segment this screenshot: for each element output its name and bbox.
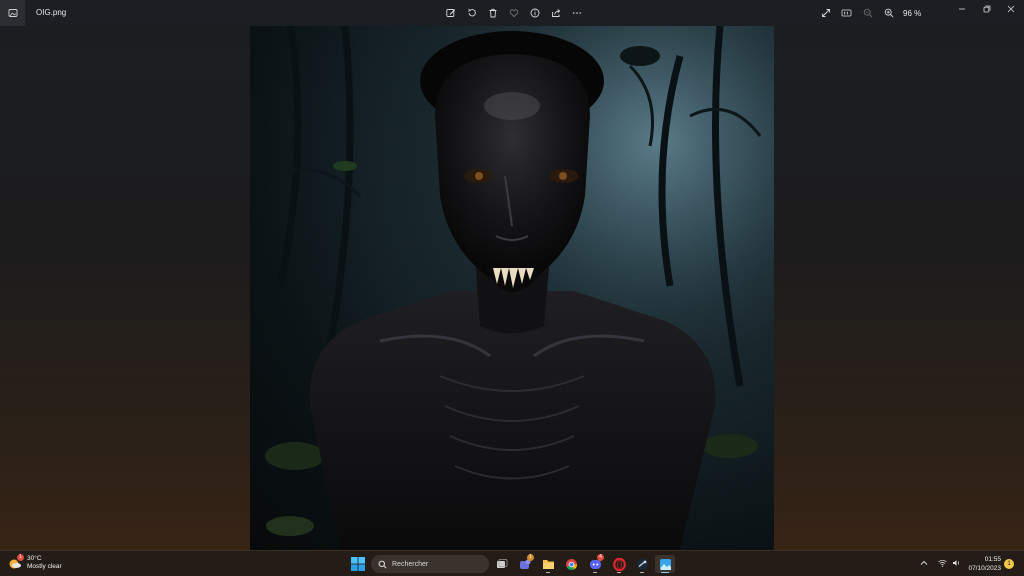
- discord-badge: 4: [597, 554, 604, 561]
- file-name: OIG.png: [36, 8, 67, 17]
- rotate-icon: [467, 8, 476, 17]
- folder-icon: [542, 560, 554, 569]
- clock-date: 07/10/2023: [968, 564, 1001, 572]
- running-indicator: [617, 571, 621, 573]
- image-toolbar: [440, 4, 587, 22]
- photos-icon: [659, 558, 671, 570]
- weather-widget[interactable]: 1 30°C Mostly clear: [8, 554, 62, 571]
- more-button[interactable]: [566, 4, 587, 22]
- active-indicator: [661, 571, 669, 573]
- wifi-icon: [938, 559, 947, 567]
- windows-logo-icon: [351, 557, 365, 571]
- chevron-up-icon: [920, 560, 928, 565]
- file-explorer-button[interactable]: [538, 555, 558, 573]
- fullscreen-icon: [821, 9, 830, 17]
- favorite-icon: [509, 9, 518, 18]
- chat-app-button[interactable]: 1: [515, 554, 535, 573]
- actual-size-icon: [841, 9, 852, 17]
- delete-icon: [489, 8, 496, 18]
- running-indicator: [546, 571, 550, 573]
- zoom-level[interactable]: 96 %: [903, 9, 921, 18]
- zoom-in-icon: [884, 8, 893, 18]
- task-view-button[interactable]: [492, 555, 512, 573]
- edit-image-icon: [445, 9, 455, 17]
- search-placeholder: Rechercher: [392, 560, 429, 568]
- chrome-button[interactable]: [561, 555, 581, 573]
- search-icon: [378, 560, 387, 568]
- minimize-button[interactable]: [950, 0, 974, 18]
- weather-condition: Mostly clear: [27, 563, 62, 570]
- opera-icon: [612, 557, 626, 571]
- weather-icon: 1: [8, 554, 24, 570]
- share-button[interactable]: [545, 4, 566, 22]
- weather-alert-badge: 1: [17, 554, 24, 561]
- close-icon: [1007, 5, 1015, 13]
- notification-badge[interactable]: 1: [1004, 559, 1014, 569]
- actual-size-button[interactable]: [836, 4, 857, 22]
- start-button[interactable]: [350, 556, 366, 572]
- title-bar: OIG.png 96 %: [0, 0, 1024, 26]
- fullscreen-button[interactable]: [815, 4, 836, 22]
- task-view-icon: [497, 559, 508, 568]
- photos-app-icon: [0, 0, 25, 26]
- share-icon: [551, 9, 560, 17]
- weather-temperature: 30°C: [27, 555, 42, 562]
- view-tools: 96 %: [815, 4, 921, 22]
- edit-image-button[interactable]: [440, 4, 461, 22]
- taskbar-search-box[interactable]: Rechercher: [371, 555, 489, 573]
- zoom-out-icon: [863, 8, 872, 18]
- taskbar: 1 30°C Mostly clear Rechercher 1 4 01:55…: [0, 550, 1024, 576]
- displayed-photo: [250, 26, 774, 550]
- show-hidden-icons-button[interactable]: [920, 559, 928, 567]
- discord-button[interactable]: 4: [585, 554, 605, 573]
- network-volume-group[interactable]: [938, 559, 961, 567]
- more-icon: [572, 12, 581, 14]
- delete-button[interactable]: [482, 4, 503, 22]
- steam-icon: [636, 558, 648, 570]
- info-button[interactable]: [524, 4, 545, 22]
- opera-button[interactable]: [609, 555, 629, 573]
- volume-icon: [953, 560, 959, 566]
- clock[interactable]: 01:55 07/10/2023: [968, 556, 1001, 573]
- zoom-in-button[interactable]: [878, 4, 899, 22]
- favorite-button[interactable]: [503, 4, 524, 22]
- info-icon: [530, 8, 539, 18]
- chrome-icon: [565, 558, 577, 570]
- restore-icon: [983, 5, 991, 13]
- image-canvas[interactable]: [250, 26, 774, 550]
- restore-button[interactable]: [975, 0, 999, 18]
- running-indicator: [593, 571, 597, 573]
- running-indicator: [640, 571, 644, 573]
- zoom-out-button[interactable]: [857, 4, 878, 22]
- minimize-icon: [959, 8, 965, 10]
- close-button[interactable]: [999, 0, 1023, 18]
- rotate-button[interactable]: [461, 4, 482, 22]
- steam-button[interactable]: [632, 555, 652, 573]
- chat-badge: 1: [527, 554, 534, 561]
- photos-button[interactable]: [655, 555, 675, 573]
- clock-time: 01:55: [984, 556, 1001, 563]
